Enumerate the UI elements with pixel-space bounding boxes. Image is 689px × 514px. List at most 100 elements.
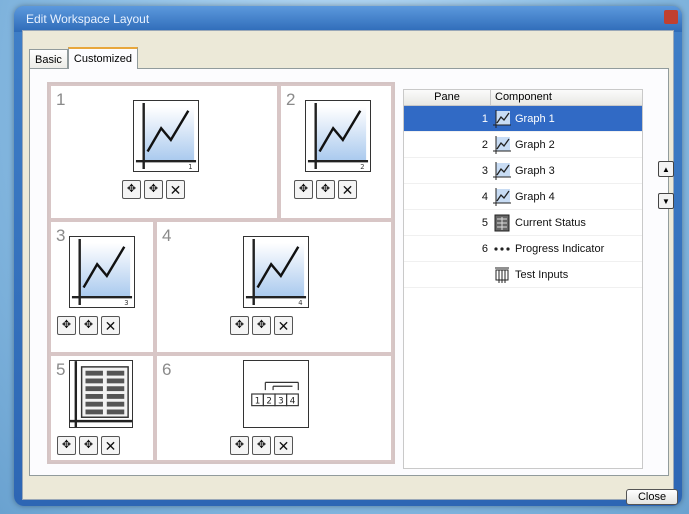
row-pane-number: 5 bbox=[481, 216, 488, 229]
remove-pane-button[interactable]: ✕ bbox=[338, 180, 357, 199]
graph-icon: 3 bbox=[69, 236, 135, 308]
move-pane-up-button[interactable]: ✥ bbox=[122, 180, 141, 199]
component-row[interactable]: 6 Progress Indicator bbox=[404, 236, 642, 262]
down-arrow-icon: ✥ bbox=[320, 183, 331, 195]
pane-corner-label: 3 bbox=[124, 299, 128, 307]
row-component-name: Graph 3 bbox=[515, 164, 555, 177]
pane-number: 6 bbox=[162, 360, 172, 379]
column-header-component[interactable]: Component bbox=[491, 90, 642, 105]
layout-preview: 1 1 ✥ ✥ ✕ 2 2 ✥ ✥ ✕ 3 3 ✥ ✥ ✕ 4 4 ✥ ✥ ✕ … bbox=[47, 82, 395, 464]
dialog-client-area: Basic Customized 1 1 ✥ ✥ ✕ 2 2 ✥ ✥ ✕ 3 3… bbox=[22, 30, 678, 505]
remove-pane-button[interactable]: ✕ bbox=[101, 436, 120, 455]
move-pane-up-button[interactable]: ✥ bbox=[230, 316, 249, 335]
move-down-icon: ▼ bbox=[662, 196, 670, 206]
status-grid-icon bbox=[493, 214, 511, 232]
move-up-icon: ▲ bbox=[662, 164, 670, 174]
pane-cell-1[interactable]: 1 1 ✥ ✥ ✕ bbox=[49, 84, 279, 220]
window-title: Edit Workspace Layout bbox=[26, 12, 150, 26]
move-pane-down-button[interactable]: ✥ bbox=[79, 436, 98, 455]
progress-step-digit: 4 bbox=[290, 397, 296, 407]
close-button[interactable]: Close bbox=[626, 489, 678, 505]
test-inputs-icon bbox=[493, 266, 511, 284]
row-component-name: Graph 2 bbox=[515, 138, 555, 151]
graph-icon bbox=[493, 187, 511, 206]
component-row[interactable]: 3 Graph 3 bbox=[404, 158, 642, 184]
pane-controls: ✥ ✥ ✕ bbox=[230, 316, 293, 335]
row-component-name: Graph 4 bbox=[515, 190, 555, 203]
move-component-down-button[interactable]: ▼ bbox=[658, 193, 674, 209]
pane-corner-label: 1 bbox=[188, 163, 192, 171]
pane-number: 5 bbox=[56, 360, 66, 379]
pane-cell-6[interactable]: 6 1 2 3 4 ✥ ✥ ✕ bbox=[155, 354, 393, 462]
progress-indicator-icon: 1 2 3 4 bbox=[243, 360, 309, 428]
tab-basic[interactable]: Basic bbox=[29, 49, 68, 69]
progress-dots-icon bbox=[493, 240, 511, 258]
close-icon: ✕ bbox=[104, 317, 117, 334]
up-arrow-icon: ✥ bbox=[61, 439, 72, 451]
component-row[interactable]: 5 Current Status bbox=[404, 210, 642, 236]
remove-pane-button[interactable]: ✕ bbox=[274, 436, 293, 455]
move-pane-down-button[interactable]: ✥ bbox=[79, 316, 98, 335]
down-arrow-icon: ✥ bbox=[256, 439, 267, 451]
tab-customized[interactable]: Customized bbox=[67, 47, 138, 69]
graph-icon: 4 bbox=[243, 236, 309, 308]
move-pane-down-button[interactable]: ✥ bbox=[252, 436, 271, 455]
pane-controls: ✥ ✥ ✕ bbox=[294, 180, 357, 199]
row-component-name: Current Status bbox=[515, 216, 586, 229]
move-pane-up-button[interactable]: ✥ bbox=[57, 316, 76, 335]
row-component-name: Graph 1 bbox=[515, 112, 555, 125]
move-pane-up-button[interactable]: ✥ bbox=[294, 180, 313, 199]
pane-corner-label: 2 bbox=[360, 163, 364, 171]
graph-icon: 1 bbox=[133, 100, 199, 172]
remove-pane-button[interactable]: ✕ bbox=[166, 180, 185, 199]
up-arrow-icon: ✥ bbox=[234, 439, 245, 451]
component-row[interactable]: 2 Graph 2 bbox=[404, 132, 642, 158]
pane-cell-3[interactable]: 3 3 ✥ ✥ ✕ bbox=[49, 220, 155, 354]
move-pane-up-button[interactable]: ✥ bbox=[230, 436, 249, 455]
up-arrow-icon: ✥ bbox=[234, 319, 245, 331]
up-arrow-icon: ✥ bbox=[126, 183, 137, 195]
move-pane-down-button[interactable]: ✥ bbox=[144, 180, 163, 199]
down-arrow-icon: ✥ bbox=[83, 319, 94, 331]
progress-step-digit: 2 bbox=[266, 397, 272, 407]
pane-cell-2[interactable]: 2 2 ✥ ✥ ✕ bbox=[279, 84, 393, 220]
pane-cell-5[interactable]: 5 ✥ ✥ ✕ bbox=[49, 354, 155, 462]
row-pane-number: 4 bbox=[481, 190, 488, 203]
component-row[interactable]: 4 Graph 4 bbox=[404, 184, 642, 210]
row-pane-number: 2 bbox=[481, 138, 488, 151]
pane-cell-4[interactable]: 4 4 ✥ ✥ ✕ bbox=[155, 220, 393, 354]
window-close-button[interactable] bbox=[664, 10, 678, 24]
close-icon: ✕ bbox=[277, 437, 290, 454]
remove-pane-button[interactable]: ✕ bbox=[101, 316, 120, 335]
component-list: Pane Component 1 Graph 1 2 Graph 2 3 Gra… bbox=[403, 89, 643, 469]
pane-number: 4 bbox=[162, 226, 172, 245]
tab-strip: Basic Customized bbox=[29, 47, 138, 69]
move-pane-up-button[interactable]: ✥ bbox=[57, 436, 76, 455]
graph-icon: 2 bbox=[305, 100, 371, 172]
move-pane-down-button[interactable]: ✥ bbox=[316, 180, 335, 199]
remove-pane-button[interactable]: ✕ bbox=[274, 316, 293, 335]
down-arrow-icon: ✥ bbox=[148, 183, 159, 195]
pane-controls: ✥ ✥ ✕ bbox=[230, 436, 293, 455]
row-pane-number: 1 bbox=[481, 112, 488, 125]
pane-corner-label: 4 bbox=[298, 299, 302, 307]
close-icon: ✕ bbox=[277, 317, 290, 334]
row-pane-number: 3 bbox=[481, 164, 488, 177]
component-row[interactable]: 1 Graph 1 bbox=[404, 106, 642, 132]
up-arrow-icon: ✥ bbox=[61, 319, 72, 331]
pane-controls: ✥ ✥ ✕ bbox=[57, 316, 120, 335]
down-arrow-icon: ✥ bbox=[256, 319, 267, 331]
row-pane-number: 6 bbox=[481, 242, 488, 255]
column-header-pane[interactable]: Pane bbox=[404, 90, 491, 105]
dialog-window: Edit Workspace Layout Basic Customized 1 bbox=[14, 6, 682, 506]
progress-step-digit: 1 bbox=[255, 397, 261, 407]
status-grid-icon bbox=[69, 360, 133, 428]
row-component-name: Test Inputs bbox=[515, 268, 569, 281]
customized-tab-panel: 1 1 ✥ ✥ ✕ 2 2 ✥ ✥ ✕ 3 3 ✥ ✥ ✕ 4 4 ✥ ✥ ✕ … bbox=[29, 68, 674, 476]
move-component-up-button[interactable]: ▲ bbox=[658, 161, 674, 177]
move-pane-down-button[interactable]: ✥ bbox=[252, 316, 271, 335]
pane-controls: ✥ ✥ ✕ bbox=[57, 436, 120, 455]
pane-controls: ✥ ✥ ✕ bbox=[122, 180, 185, 199]
component-row[interactable]: Test Inputs bbox=[404, 262, 642, 288]
pane-number: 1 bbox=[56, 90, 66, 109]
